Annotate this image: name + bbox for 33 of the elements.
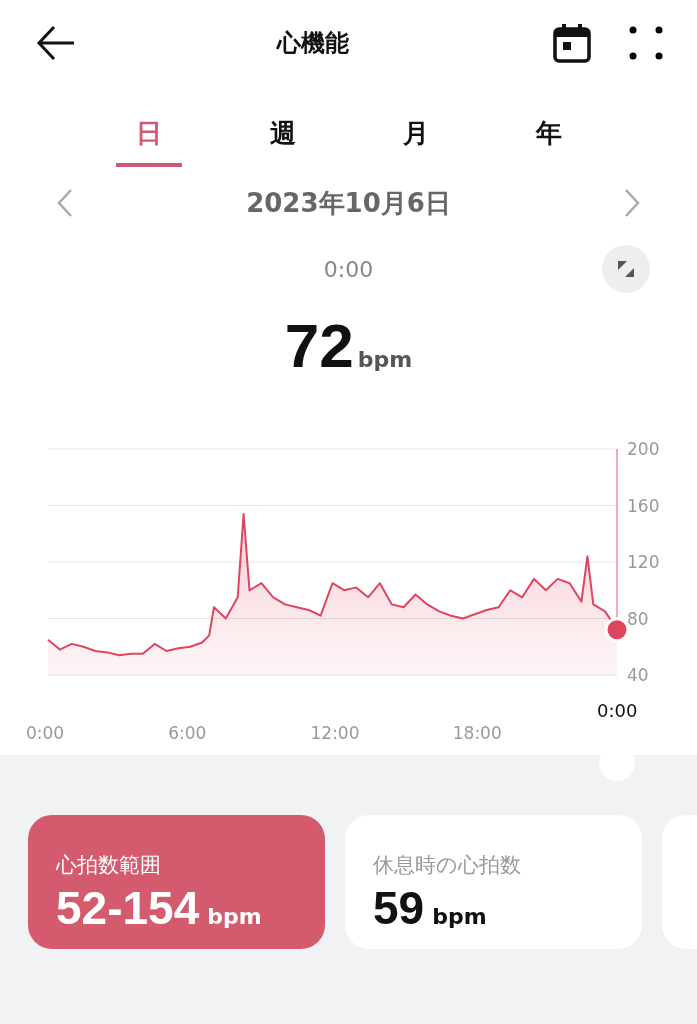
- heart-rate-unit: bpm: [357, 347, 413, 372]
- cursor-time: 0:00: [597, 700, 638, 721]
- y-axis-label: 200: [627, 439, 660, 459]
- x-axis-label: 0:00: [26, 723, 65, 743]
- y-axis-label: 40: [627, 665, 649, 685]
- stat-card[interactable]: 心拍数範囲 52-154 bpm: [28, 815, 325, 949]
- stat-unit: bpm: [207, 904, 262, 929]
- y-axis-label: 120: [627, 552, 660, 572]
- y-axis-label: 80: [627, 608, 649, 629]
- stat-label: 休息時の心拍数: [373, 852, 522, 879]
- current-point: [604, 617, 630, 643]
- x-axis-label: 12:00: [310, 723, 360, 743]
- y-axis-label: 160: [627, 495, 660, 516]
- page-title: 心機能: [277, 28, 349, 59]
- reading-time: 0:00: [323, 256, 374, 282]
- more-icon[interactable]: [629, 26, 663, 60]
- expand-icon: [617, 260, 635, 278]
- stat-unit: bpm: [432, 904, 487, 929]
- period-tab[interactable]: 年: [482, 116, 615, 167]
- calendar-icon[interactable]: [553, 23, 591, 63]
- back-icon[interactable]: [36, 25, 76, 61]
- x-axis-label: 18:00: [452, 723, 502, 743]
- stat-value: 59: [373, 881, 425, 935]
- stat-label: 心拍数範囲: [56, 852, 162, 879]
- period-tab[interactable]: 日: [116, 116, 182, 167]
- stat-card[interactable]: 休息時の心拍数 59 bpm: [345, 815, 642, 949]
- x-axis-label: 6:00: [168, 723, 207, 743]
- date-label: 2023年10月6日: [246, 186, 451, 220]
- expand-button[interactable]: [602, 245, 650, 293]
- stat-value: 52-154: [56, 881, 200, 935]
- period-tab[interactable]: 週: [216, 116, 349, 167]
- period-tab[interactable]: 月: [349, 116, 482, 167]
- heart-rate-value: 72: [284, 310, 354, 381]
